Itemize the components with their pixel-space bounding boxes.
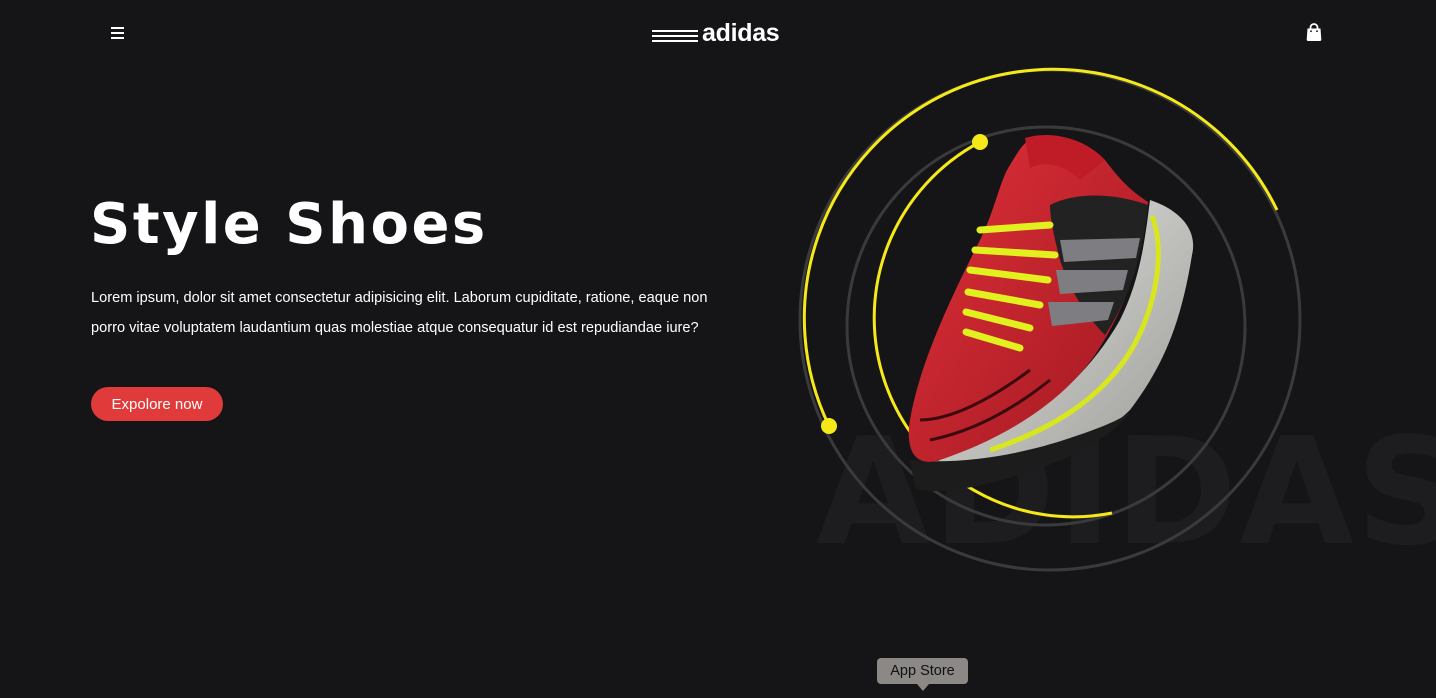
brand-logo[interactable]: adidas: [652, 18, 780, 48]
explore-now-button[interactable]: Expolore now: [91, 387, 223, 421]
landing-page: adidas Style Shoes Lorem ipsum, dolor si…: [0, 0, 1436, 698]
hero-description: Lorem ipsum, dolor sit amet consectetur …: [91, 290, 708, 336]
adidas-stripes-icon: [652, 28, 698, 44]
shopping-bag-icon[interactable]: [1305, 22, 1323, 42]
orbit-dot-left: [821, 418, 837, 434]
logo-text: adidas: [702, 18, 780, 47]
tooltip-arrow: [917, 684, 929, 691]
red-running-shoe-image: [908, 134, 1194, 492]
app-store-tooltip: App Store: [877, 658, 968, 684]
page-title: Style Shoes: [90, 192, 488, 257]
hamburger-menu-icon[interactable]: [108, 24, 128, 42]
